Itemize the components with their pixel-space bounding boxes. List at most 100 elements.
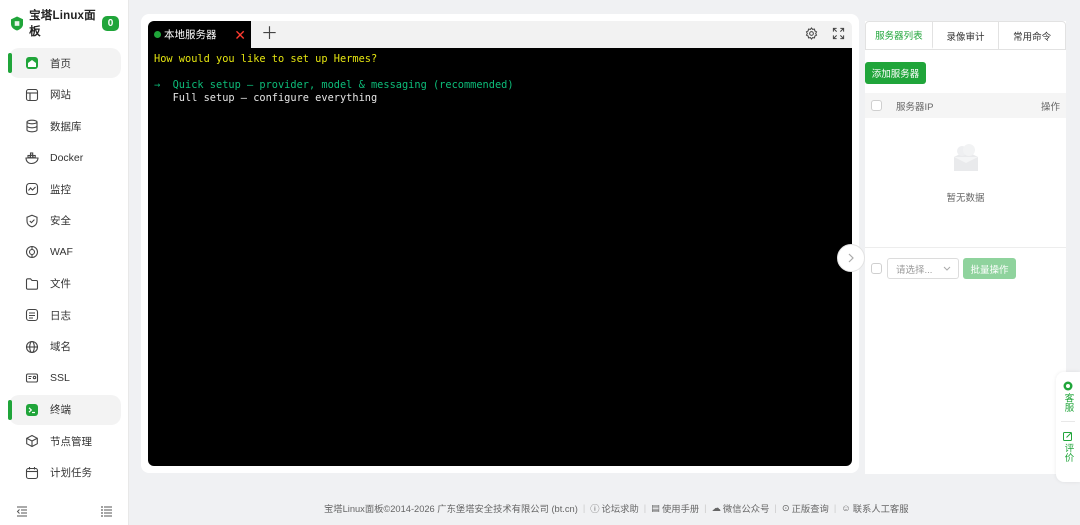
brand[interactable]: 宝塔Linux面板 0 — [0, 0, 128, 46]
headset-icon — [1063, 381, 1073, 391]
sidebar-item-label: Docker — [50, 151, 84, 164]
footer-link-label: 使用手册 — [661, 504, 700, 514]
sidebar-item-database[interactable]: 数据库 — [9, 111, 121, 141]
sidebar-item-files[interactable]: 文件 — [9, 269, 121, 299]
monitor-icon — [23, 180, 41, 198]
sidebar-item-waf[interactable]: WAF — [9, 237, 121, 267]
tab-common-commands[interactable]: 常用命令 — [999, 22, 1065, 49]
sidebar-item-monitor[interactable]: 监控 — [9, 174, 121, 204]
footer-link-label: 联系人工客服 — [852, 504, 909, 514]
terminal-tab-local[interactable]: 本地服务器 ✕ — [148, 21, 251, 48]
support-icon: ☺ — [841, 503, 851, 513]
terminal-prompt-question: How would you like to set up Hermes? — [154, 53, 378, 65]
database-icon — [23, 117, 41, 135]
sidebar-item-ssl[interactable]: SSL — [9, 363, 121, 393]
footer-link-forum[interactable]: ⓘ 论坛求助 — [590, 501, 639, 515]
connected-status-icon — [154, 31, 161, 38]
fullscreen-icon[interactable] — [832, 27, 845, 40]
home-icon — [23, 54, 41, 72]
customer-service-button[interactable]: 客服 — [1063, 381, 1074, 412]
sidebar-item-security[interactable]: 安全 — [9, 206, 121, 236]
sidebar-item-label: 首页 — [50, 57, 71, 70]
book-icon: ▤ — [651, 502, 660, 513]
folder-icon — [23, 275, 41, 293]
terminal-container: 本地服务器 ✕ ＋ How would you like to set up H… — [141, 14, 859, 473]
sidebar-footer — [0, 505, 129, 517]
page-footer: 宝塔Linux面板©2014-2026 广东堡塔安全技术有限公司 (bt.cn)… — [324, 501, 909, 515]
empty-state: 暂无数据 — [865, 141, 1066, 204]
website-icon — [23, 86, 41, 104]
rate-button[interactable]: 评价 — [1063, 431, 1074, 462]
sidebar-item-label: WAF — [50, 246, 73, 258]
sidebar-item-docker[interactable]: Docker — [9, 143, 121, 173]
sidebar-item-label: 文件 — [50, 278, 71, 290]
chevron-right-icon — [848, 253, 854, 263]
sidebar-item-nodes[interactable]: 节点管理 — [9, 426, 121, 456]
footer-link-label: 正版查询 — [791, 504, 829, 514]
footer-link-label: 论坛求助 — [601, 504, 639, 514]
sidebar-item-home[interactable]: 首页 — [8, 48, 121, 78]
sidebar-item-label: 监控 — [50, 183, 71, 196]
sidebar-item-domain[interactable]: 域名 — [9, 332, 121, 362]
gear-icon[interactable] — [805, 27, 818, 40]
footer-link-label: 微信公众号 — [722, 504, 770, 514]
bulk-actions: 请选择... 批量操作 — [865, 247, 1066, 279]
footer-link-support[interactable]: ☺ 联系人工客服 — [841, 501, 908, 515]
ssl-icon — [23, 369, 41, 387]
sidebar-item-label: 节点管理 — [50, 435, 92, 448]
sidebar-item-label: 计划任务 — [50, 467, 92, 479]
select-placeholder: 请选择... — [896, 264, 933, 276]
sidebar-nav: 首页 网站 数据库 Docker 监控 安全 WAF 文件 日志 域名 SSL … — [8, 48, 121, 489]
notification-badge[interactable]: 0 — [102, 15, 119, 31]
sidebar-item-label: 日志 — [50, 309, 71, 322]
wechat-icon: ☁ — [711, 502, 721, 513]
sidebar-item-label: SSL — [50, 372, 70, 384]
footer-link-manual[interactable]: ▤ 使用手册 — [651, 501, 699, 515]
add-tab-icon[interactable]: ＋ — [261, 25, 278, 42]
bt-logo-icon — [11, 16, 24, 30]
panel-tabs: 服务器列表 录像审计 常用命令 — [865, 21, 1066, 50]
select-all-checkbox[interactable] — [871, 100, 882, 111]
calendar-icon — [23, 464, 41, 482]
list-menu-icon[interactable] — [101, 505, 113, 517]
tab-server-list[interactable]: 服务器列表 — [866, 22, 933, 49]
footer-link-wechat[interactable]: ☁ 微信公众号 — [712, 501, 770, 515]
edit-icon — [1063, 432, 1072, 441]
panel-toggle-button[interactable] — [837, 244, 865, 272]
bulk-action-select[interactable]: 请选择... — [887, 258, 959, 279]
column-header-action: 操作 — [1040, 101, 1060, 113]
sidebar-item-label: 域名 — [50, 341, 71, 353]
bulk-operation-button[interactable]: 批量操作 — [963, 258, 1016, 279]
search-icon: ⊙ — [781, 502, 790, 513]
copyright-text: 宝塔Linux面板©2014-2026 广东堡塔安全技术有限公司 (bt.cn) — [324, 504, 578, 514]
terminal-tab-label: 本地服务器 — [164, 29, 217, 41]
column-header-server-ip: 服务器IP — [896, 101, 934, 113]
server-panel: 服务器列表 录像审计 常用命令 添加服务器 服务器IP 操作 暂无数据 请选择.… — [865, 21, 1066, 474]
sidebar-item-terminal[interactable]: 终端 — [8, 394, 121, 425]
terminal-output[interactable]: How would you like to set up Hermes? → Q… — [148, 48, 852, 466]
sidebar-item-cron[interactable]: 计划任务 — [9, 458, 121, 488]
terminal-tab-bar: 本地服务器 ✕ ＋ — [148, 21, 852, 48]
node-icon — [23, 432, 41, 450]
brand-title: 宝塔Linux面板 — [29, 10, 96, 38]
chevron-down-icon — [943, 263, 951, 274]
sidebar-item-label: 安全 — [50, 215, 71, 227]
floating-service-bar: 客服 评价 — [1056, 372, 1080, 482]
globe-icon — [23, 338, 41, 356]
terminal-option-full-setup[interactable]: Full setup — configure everything — [154, 92, 846, 105]
bulk-select-checkbox[interactable] — [871, 263, 882, 274]
customer-service-label: 客服 — [1062, 393, 1074, 412]
terminal-option-quick-setup[interactable]: → Quick setup — provider, model & messag… — [154, 79, 846, 92]
sidebar-item-logs[interactable]: 日志 — [9, 300, 121, 330]
help-icon: ⓘ — [590, 504, 600, 514]
collapse-sidebar-icon[interactable] — [16, 505, 28, 517]
add-server-button[interactable]: 添加服务器 — [865, 62, 926, 84]
tab-recording-audit[interactable]: 录像审计 — [933, 22, 1000, 49]
close-icon[interactable]: ✕ — [234, 28, 246, 42]
sidebar-item-label: 数据库 — [50, 120, 82, 133]
sidebar-item-website[interactable]: 网站 — [9, 80, 121, 110]
waf-icon — [23, 243, 41, 261]
footer-link-license[interactable]: ⊙ 正版查询 — [782, 501, 829, 515]
sidebar-item-label: 终端 — [50, 404, 71, 416]
terminal-tools — [805, 27, 845, 40]
